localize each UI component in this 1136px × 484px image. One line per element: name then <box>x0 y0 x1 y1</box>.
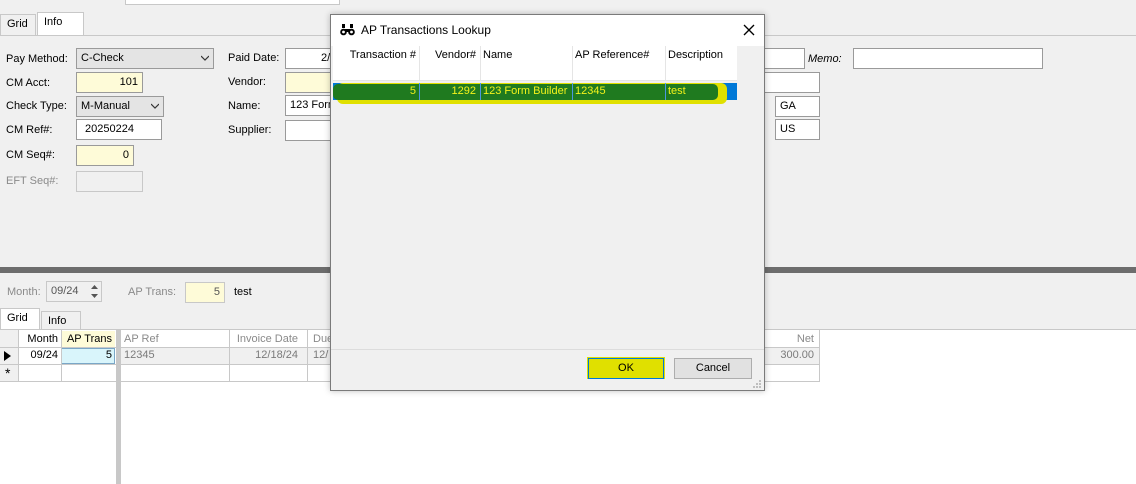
col-description[interactable]: Description <box>665 49 737 61</box>
cm-ref-input[interactable]: 20250224 <box>76 119 162 140</box>
current-row-arrow-icon <box>4 351 11 361</box>
vendor-input[interactable] <box>285 72 333 93</box>
tab-info[interactable]: Info <box>37 12 84 36</box>
ap-trans-label: AP Trans: <box>128 286 177 298</box>
check-type-select[interactable]: M-Manual <box>76 96 164 117</box>
ap-trans-input[interactable]: 5 <box>185 282 225 303</box>
col-header-ap-trans[interactable]: AP Trans <box>61 333 115 345</box>
memo-input[interactable] <box>853 48 1043 69</box>
chevron-down-icon <box>201 55 209 61</box>
tab-grid[interactable]: Grid <box>0 14 36 36</box>
col-vendor[interactable]: Vendor# <box>419 49 479 61</box>
cell-invoice-date[interactable]: 12/18/24 <box>229 349 301 361</box>
binoculars-icon <box>340 24 355 36</box>
cell-ap-ref[interactable]: 12345 <box>121 349 229 361</box>
cm-seq-label: CM Seq#: <box>6 149 55 161</box>
cm-acct-label: CM Acct: <box>6 77 51 89</box>
address-input[interactable] <box>762 48 805 69</box>
name-label: Name: <box>228 100 261 112</box>
row-description[interactable]: test <box>665 85 737 97</box>
row-transaction[interactable]: 5 <box>333 85 419 97</box>
dialog-title: AP Transactions Lookup <box>361 23 491 37</box>
month-label: Month: <box>7 286 41 298</box>
left-grid: Month AP Trans 09/24 5 * <box>0 330 116 382</box>
cell-month[interactable]: 09/24 <box>19 349 61 361</box>
cell-net[interactable]: 300.00 <box>765 349 817 361</box>
lower-tab-grid[interactable]: Grid <box>0 308 40 330</box>
paid-date-input[interactable]: 2/ <box>285 48 333 69</box>
col-header-ap-ref[interactable]: AP Ref <box>121 333 229 345</box>
new-row-marker: * <box>5 365 11 381</box>
country-input[interactable]: US <box>775 119 820 140</box>
row-ap-reference[interactable]: 12345 <box>572 85 665 97</box>
ap-trans-description: test <box>234 286 252 298</box>
row-vendor[interactable]: 1292 <box>419 85 479 97</box>
row-name[interactable]: 123 Form Builder <box>480 85 572 97</box>
chevron-down-icon <box>151 103 159 109</box>
col-transaction[interactable]: Transaction # <box>333 49 419 61</box>
dialog-footer-line <box>331 349 764 350</box>
dialog-titlebar[interactable]: AP Transactions Lookup <box>331 15 764 46</box>
col-ap-reference[interactable]: AP Reference# <box>572 49 665 61</box>
cancel-button[interactable]: Cancel <box>674 358 752 379</box>
cm-ref-label: CM Ref#: <box>6 124 53 136</box>
eft-seq-input <box>76 171 143 192</box>
check-type-label: Check Type: <box>6 100 67 112</box>
state-input[interactable]: GA <box>775 96 820 117</box>
eft-seq-label: EFT Seq#: <box>6 175 59 187</box>
memo-label: Memo: <box>808 53 842 65</box>
close-icon[interactable] <box>743 24 755 36</box>
col-name[interactable]: Name <box>480 49 572 61</box>
col-header-month[interactable]: Month <box>19 333 61 345</box>
pay-method-label: Pay Method: <box>6 53 68 65</box>
ap-transactions-lookup-dialog: AP Transactions Lookup Transaction # Ven… <box>330 14 765 391</box>
city-input[interactable] <box>762 72 820 93</box>
check-type-value: M-Manual <box>81 100 130 112</box>
lower-tab-info[interactable]: Info <box>41 311 81 330</box>
col-header-invoice-date[interactable]: Invoice Date <box>229 333 301 345</box>
pay-method-value: C-Check <box>81 52 124 64</box>
supplier-label: Supplier: <box>228 124 272 136</box>
cm-seq-input[interactable]: 0 <box>76 145 134 166</box>
paid-date-label: Paid Date: <box>228 52 280 64</box>
col-header-net[interactable]: Net <box>765 333 817 345</box>
month-value: 09/24 <box>51 285 79 297</box>
spinner-icon[interactable] <box>89 283 100 300</box>
ok-button[interactable]: OK <box>588 358 664 379</box>
name-input[interactable]: 123 Form <box>285 95 333 116</box>
transactions-list[interactable]: Transaction # Vendor# Name AP Reference#… <box>333 46 737 349</box>
cm-acct-input[interactable]: 101 <box>76 72 143 93</box>
supplier-input[interactable] <box>285 120 333 141</box>
cell-ap-trans[interactable]: 5 <box>61 349 115 361</box>
top-input[interactable] <box>125 0 340 5</box>
resize-grip-icon[interactable] <box>752 379 762 389</box>
pay-method-select[interactable]: C-Check <box>76 48 214 69</box>
vendor-label: Vendor: <box>228 76 266 88</box>
